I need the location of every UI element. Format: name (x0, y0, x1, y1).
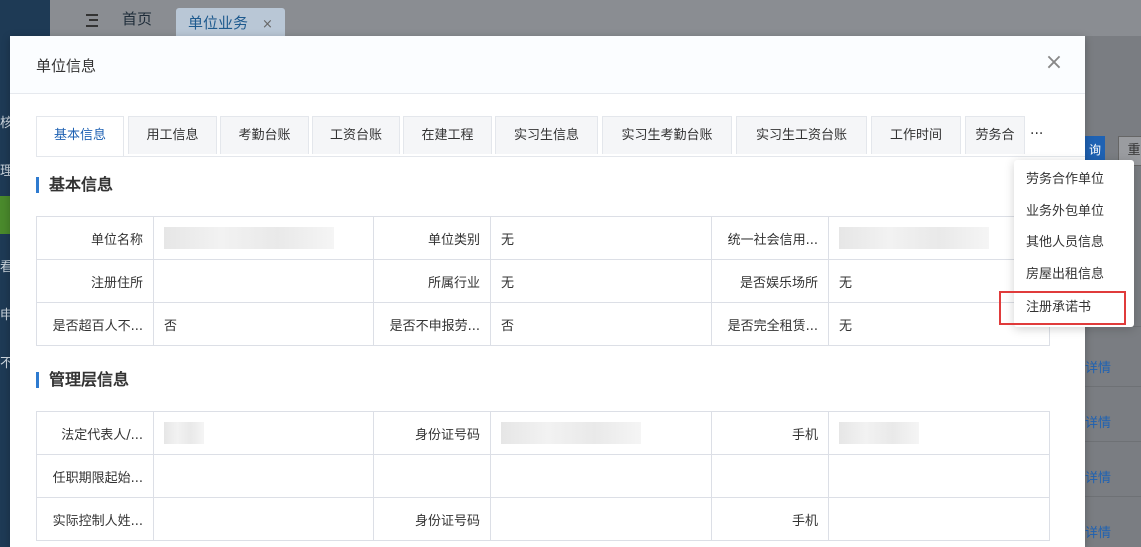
field-label (373, 454, 491, 498)
table-row: 实际控制人姓... 身份证号码 手机 (36, 497, 1050, 541)
field-value: 否 (153, 302, 374, 346)
unit-name-value (153, 216, 374, 260)
tab-intern-attendance[interactable]: 实习生考勤台账 (602, 116, 732, 154)
field-label: 身份证号码 (373, 411, 491, 455)
menu-item-registration-commitment[interactable]: 注册承诺书 (999, 291, 1126, 325)
more-tabs-dropdown: 劳务合作单位 业务外包单位 其他人员信息 房屋出租信息 注册承诺书 (999, 160, 1134, 327)
field-label: 手机 (711, 497, 829, 541)
row-divider (1085, 441, 1141, 442)
field-label: 所属行业 (373, 259, 491, 303)
close-icon[interactable]: × (1043, 52, 1065, 74)
field-value (490, 454, 712, 498)
table-row: 是否超百人不... 否 是否不申报劳... 否 是否完全租赁... 无 (36, 302, 1050, 346)
field-label: 手机 (711, 411, 829, 455)
redacted-value (164, 227, 334, 249)
table-row: 单位名称 单位类别 无 统一社会信用... (36, 216, 1050, 260)
field-value (153, 259, 374, 303)
menu-item-house-rental[interactable]: 房屋出租信息 (1014, 260, 1134, 290)
tab-home[interactable]: 首页 (122, 8, 152, 29)
field-value (490, 497, 712, 541)
detail-link[interactable]: 详情 (1085, 412, 1112, 431)
more-tabs-icon[interactable]: ··· (1030, 126, 1050, 142)
field-value: 无 (490, 216, 712, 260)
menu-item-outsourcing-unit[interactable]: 业务外包单位 (1014, 197, 1134, 227)
modal-header: 单位信息 × (10, 36, 1085, 94)
field-label: 任职期限起始... (36, 454, 154, 498)
tab-labor-cooperation[interactable]: 劳务合 (965, 116, 1025, 154)
field-label: 单位名称 (36, 216, 154, 260)
field-label: 统一社会信用... (711, 216, 829, 260)
field-value (153, 454, 374, 498)
tab-construction-projects[interactable]: 在建工程 (403, 116, 492, 154)
field-value: 否 (490, 302, 712, 346)
field-value: 无 (490, 259, 712, 303)
tab-basic-info[interactable]: 基本信息 (36, 116, 124, 156)
tab-intern-wage[interactable]: 实习生工资台账 (736, 116, 867, 154)
field-label (711, 454, 829, 498)
section-title-basic: 基本信息 (36, 177, 113, 193)
detail-link[interactable]: 详情 (1085, 357, 1112, 376)
table-row: 法定代表人/... 身份证号码 手机 (36, 411, 1050, 455)
menu-item-other-personnel[interactable]: 其他人员信息 (1014, 228, 1134, 258)
field-value (828, 497, 1050, 541)
detail-link[interactable]: 详情 (1085, 467, 1112, 486)
modal-tabs: 基本信息 用工信息 考勤台账 工资台账 在建工程 实习生信息 实习生考勤台账 实… (36, 116, 1085, 157)
field-label: 是否不申报劳... (373, 302, 491, 346)
modal-title: 单位信息 (36, 57, 97, 75)
section-title-management: 管理层信息 (36, 372, 129, 388)
field-label: 身份证号码 (373, 497, 491, 541)
tab-working-hours[interactable]: 工作时间 (871, 116, 961, 154)
field-label: 是否超百人不... (36, 302, 154, 346)
field-label: 是否娱乐场所 (711, 259, 829, 303)
background-topbar: 首页 单位业务 × (50, 0, 1141, 40)
redacted-value (839, 422, 919, 444)
table-row: 任职期限起始... (36, 454, 1050, 498)
menu-icon[interactable] (86, 14, 98, 27)
redacted-value (501, 422, 641, 444)
close-icon[interactable]: × (262, 17, 273, 32)
row-divider (1085, 386, 1141, 387)
tab-employment-info[interactable]: 用工信息 (128, 116, 217, 154)
management-info-table: 法定代表人/... 身份证号码 手机 任职期限起始... 实际控制人姓... 身… (36, 411, 1050, 541)
field-label: 实际控制人姓... (36, 497, 154, 541)
menu-item-labor-cooperation-unit[interactable]: 劳务合作单位 (1014, 165, 1134, 195)
phone-value (828, 411, 1050, 455)
field-label: 单位类别 (373, 216, 491, 260)
basic-info-table: 单位名称 单位类别 无 统一社会信用... 注册住所 所属行业 无 是否娱乐场所… (36, 216, 1050, 346)
redacted-value (164, 422, 204, 444)
field-label: 法定代表人/... (36, 411, 154, 455)
legal-rep-value (153, 411, 374, 455)
detail-link[interactable]: 详情 (1085, 522, 1112, 541)
unit-info-modal: 单位信息 × 基本信息 用工信息 考勤台账 工资台账 在建工程 实习生信息 实习… (10, 36, 1085, 547)
row-divider (1085, 496, 1141, 497)
field-label: 注册住所 (36, 259, 154, 303)
tab-unit-business-label: 单位业务 (188, 14, 249, 32)
field-value (153, 497, 374, 541)
table-row: 注册住所 所属行业 无 是否娱乐场所 无 (36, 259, 1050, 303)
id-number-value (490, 411, 712, 455)
field-value (828, 454, 1050, 498)
tab-wage-ledger[interactable]: 工资台账 (312, 116, 400, 154)
tab-intern-info[interactable]: 实习生信息 (495, 116, 598, 154)
field-label: 是否完全租赁... (711, 302, 829, 346)
redacted-value (839, 227, 989, 249)
tab-attendance-ledger[interactable]: 考勤台账 (220, 116, 309, 154)
